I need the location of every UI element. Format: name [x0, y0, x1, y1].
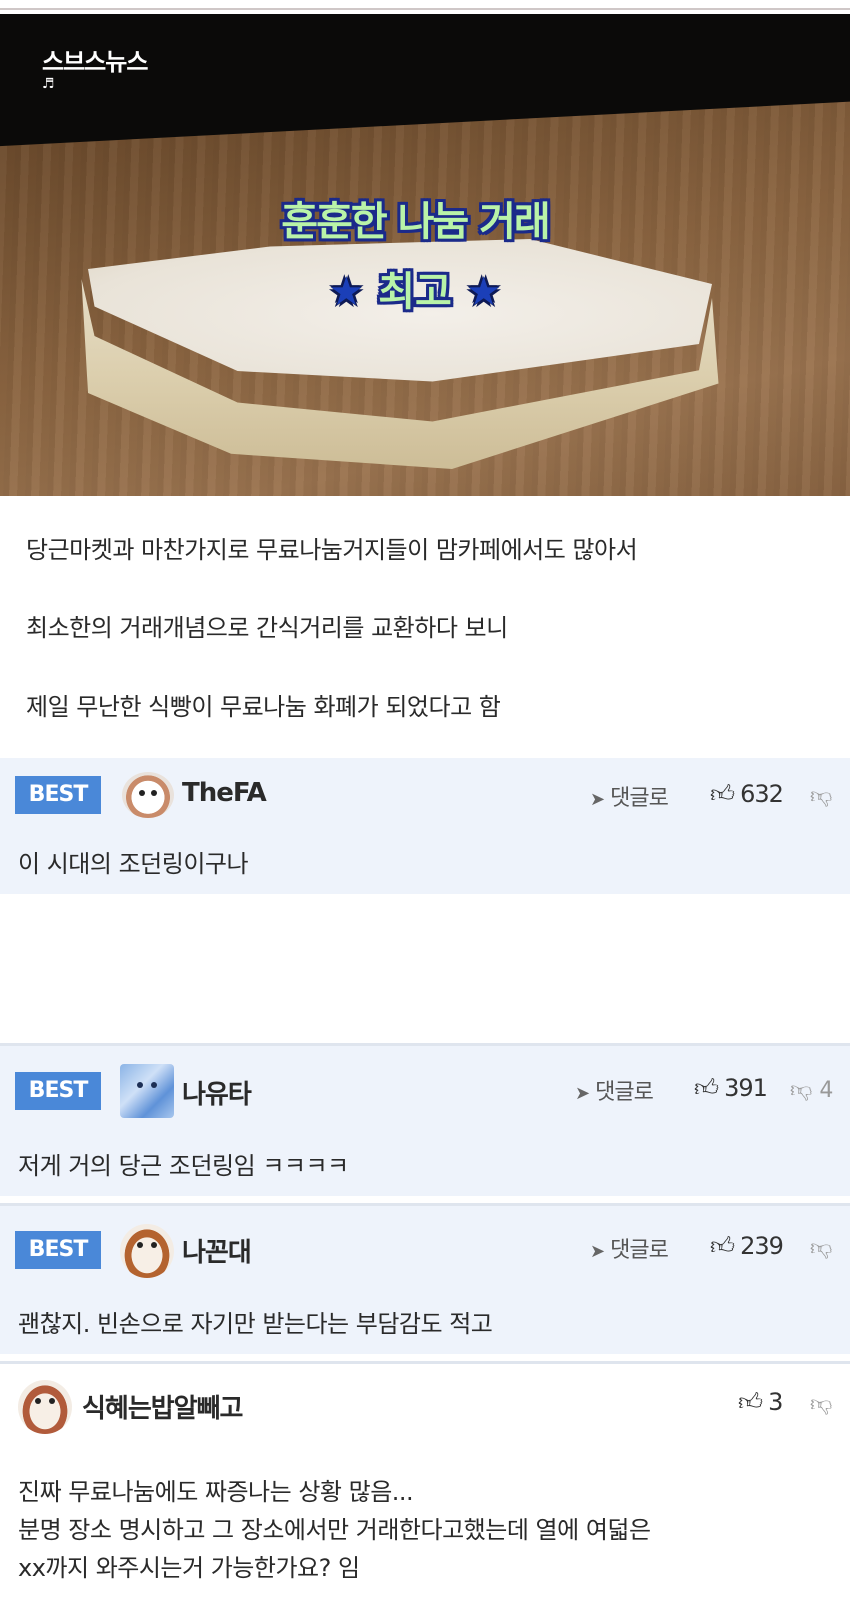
- comment-text: 이 시대의 조던링이구나: [18, 850, 249, 878]
- reply-arrow-icon: ➤: [590, 1241, 605, 1262]
- dislike-button[interactable]: 👎︎: [810, 1234, 832, 1261]
- best-comment: BEST 나꼰대 ➤ 댓글로 👍︎ 239 👎︎ 괜찮지. 빈손으로 자기만 받는다…: [0, 1203, 850, 1354]
- like-count: 391: [724, 1074, 768, 1102]
- best-comment: BEST TheFA ➤ 댓글로 👍︎ 632 👎︎ 이 시대의 조던링이구나: [0, 758, 850, 894]
- thumbs-up-icon: 👍︎: [710, 780, 735, 808]
- comment-text-line: 분명 장소 명시하고 그 장소에서만 거래한다고했는데 열에 여덟은: [18, 1516, 651, 1544]
- like-count: 239: [740, 1232, 784, 1260]
- thumbs-up-icon: 👍︎: [738, 1388, 763, 1416]
- reply-button[interactable]: ➤ 댓글로: [590, 1232, 669, 1264]
- user-nickname[interactable]: TheFA: [182, 778, 267, 808]
- top-divider: [0, 0, 850, 14]
- dislike-button[interactable]: 👎︎: [810, 782, 832, 809]
- user-avatar[interactable]: [120, 1064, 174, 1118]
- user-avatar[interactable]: [18, 1380, 72, 1434]
- reply-arrow-icon: ➤: [575, 1083, 590, 1104]
- star-icon: ★: [465, 269, 502, 315]
- thumbs-up-icon: 👍︎: [710, 1232, 735, 1260]
- user-avatar[interactable]: [120, 1224, 174, 1278]
- like-count: 632: [740, 780, 784, 808]
- dislike-button[interactable]: 👎︎ 4: [790, 1076, 833, 1103]
- reply-arrow-icon: ➤: [590, 789, 605, 810]
- thumbs-down-icon: 👎︎: [810, 1236, 833, 1261]
- user-avatar[interactable]: [122, 772, 174, 818]
- reply-button[interactable]: ➤ 댓글로: [575, 1074, 654, 1106]
- comment-text-line: 진짜 무료나눔에도 짜증나는 상황 많음...: [18, 1478, 414, 1506]
- reply-label: 댓글로: [610, 1238, 669, 1263]
- like-button[interactable]: 👍︎ 239: [710, 1232, 784, 1261]
- thumbs-down-icon: 👎︎: [810, 784, 833, 809]
- like-button[interactable]: 👍︎ 3: [738, 1388, 783, 1417]
- thumbs-up-icon: 👍︎: [694, 1074, 719, 1102]
- dislike-button[interactable]: 👎︎: [810, 1390, 832, 1417]
- comment-text: 괜찮지. 빈손으로 자기만 받는다는 부담감도 적고: [18, 1310, 493, 1338]
- reply-label: 댓글로: [610, 786, 669, 811]
- reply-button[interactable]: ➤ 댓글로: [590, 780, 669, 812]
- comment: 식혜는밥알빼고 👍︎ 3 👎︎ 진짜 무료나눔에도 짜증나는 상황 많음... 분…: [0, 1361, 850, 1611]
- user-nickname[interactable]: 나꼰대: [182, 1232, 252, 1269]
- thumbs-down-icon: 👎︎: [790, 1078, 813, 1103]
- thumbs-down-icon: 👎︎: [810, 1392, 833, 1417]
- channel-logo: 스브스뉴스: [42, 48, 148, 76]
- article-paragraph: 당근마켓과 마찬가지로 무료나눔거지들이 맘카페에서도 많아서: [26, 536, 638, 564]
- best-comment: BEST 나유타 ➤ 댓글로 👍︎ 391 👎︎ 4 저게 거의 당근 조던링임 ㅋ…: [0, 1043, 850, 1196]
- like-button[interactable]: 👍︎ 391: [694, 1074, 768, 1103]
- star-icon: ★: [328, 269, 365, 315]
- article-paragraph: 최소한의 거래개념으로 간식거리를 교환하다 보니: [26, 614, 508, 642]
- article-paragraph: 제일 무난한 식빵이 무료나눔 화폐가 되었다고 함: [26, 693, 501, 721]
- image-caption-line2: ★ 최고 ★: [0, 259, 840, 317]
- reply-label: 댓글로: [595, 1080, 654, 1105]
- user-nickname[interactable]: 나유타: [182, 1074, 252, 1111]
- best-badge: BEST: [15, 1231, 101, 1269]
- user-nickname[interactable]: 식혜는밥알빼고: [82, 1388, 243, 1425]
- caption-text: 최고: [378, 269, 452, 315]
- like-count: 3: [768, 1388, 783, 1416]
- best-badge: BEST: [15, 776, 101, 814]
- article-image: 스브스뉴스 ♬ 훈훈한 나눔 거래 ★ 최고 ★: [0, 14, 850, 496]
- like-button[interactable]: 👍︎ 632: [710, 780, 784, 809]
- image-caption-line1: 훈훈한 나눔 거래: [281, 199, 550, 245]
- best-badge: BEST: [15, 1072, 101, 1110]
- comment-text: 저게 거의 당근 조던링임 ㅋㅋㅋㅋ: [18, 1152, 349, 1180]
- dislike-count: 4: [819, 1078, 834, 1103]
- music-note-icon: ♬: [42, 76, 55, 92]
- comment-text-line: xx까지 와주시는거 가능한가요? 임: [18, 1554, 360, 1582]
